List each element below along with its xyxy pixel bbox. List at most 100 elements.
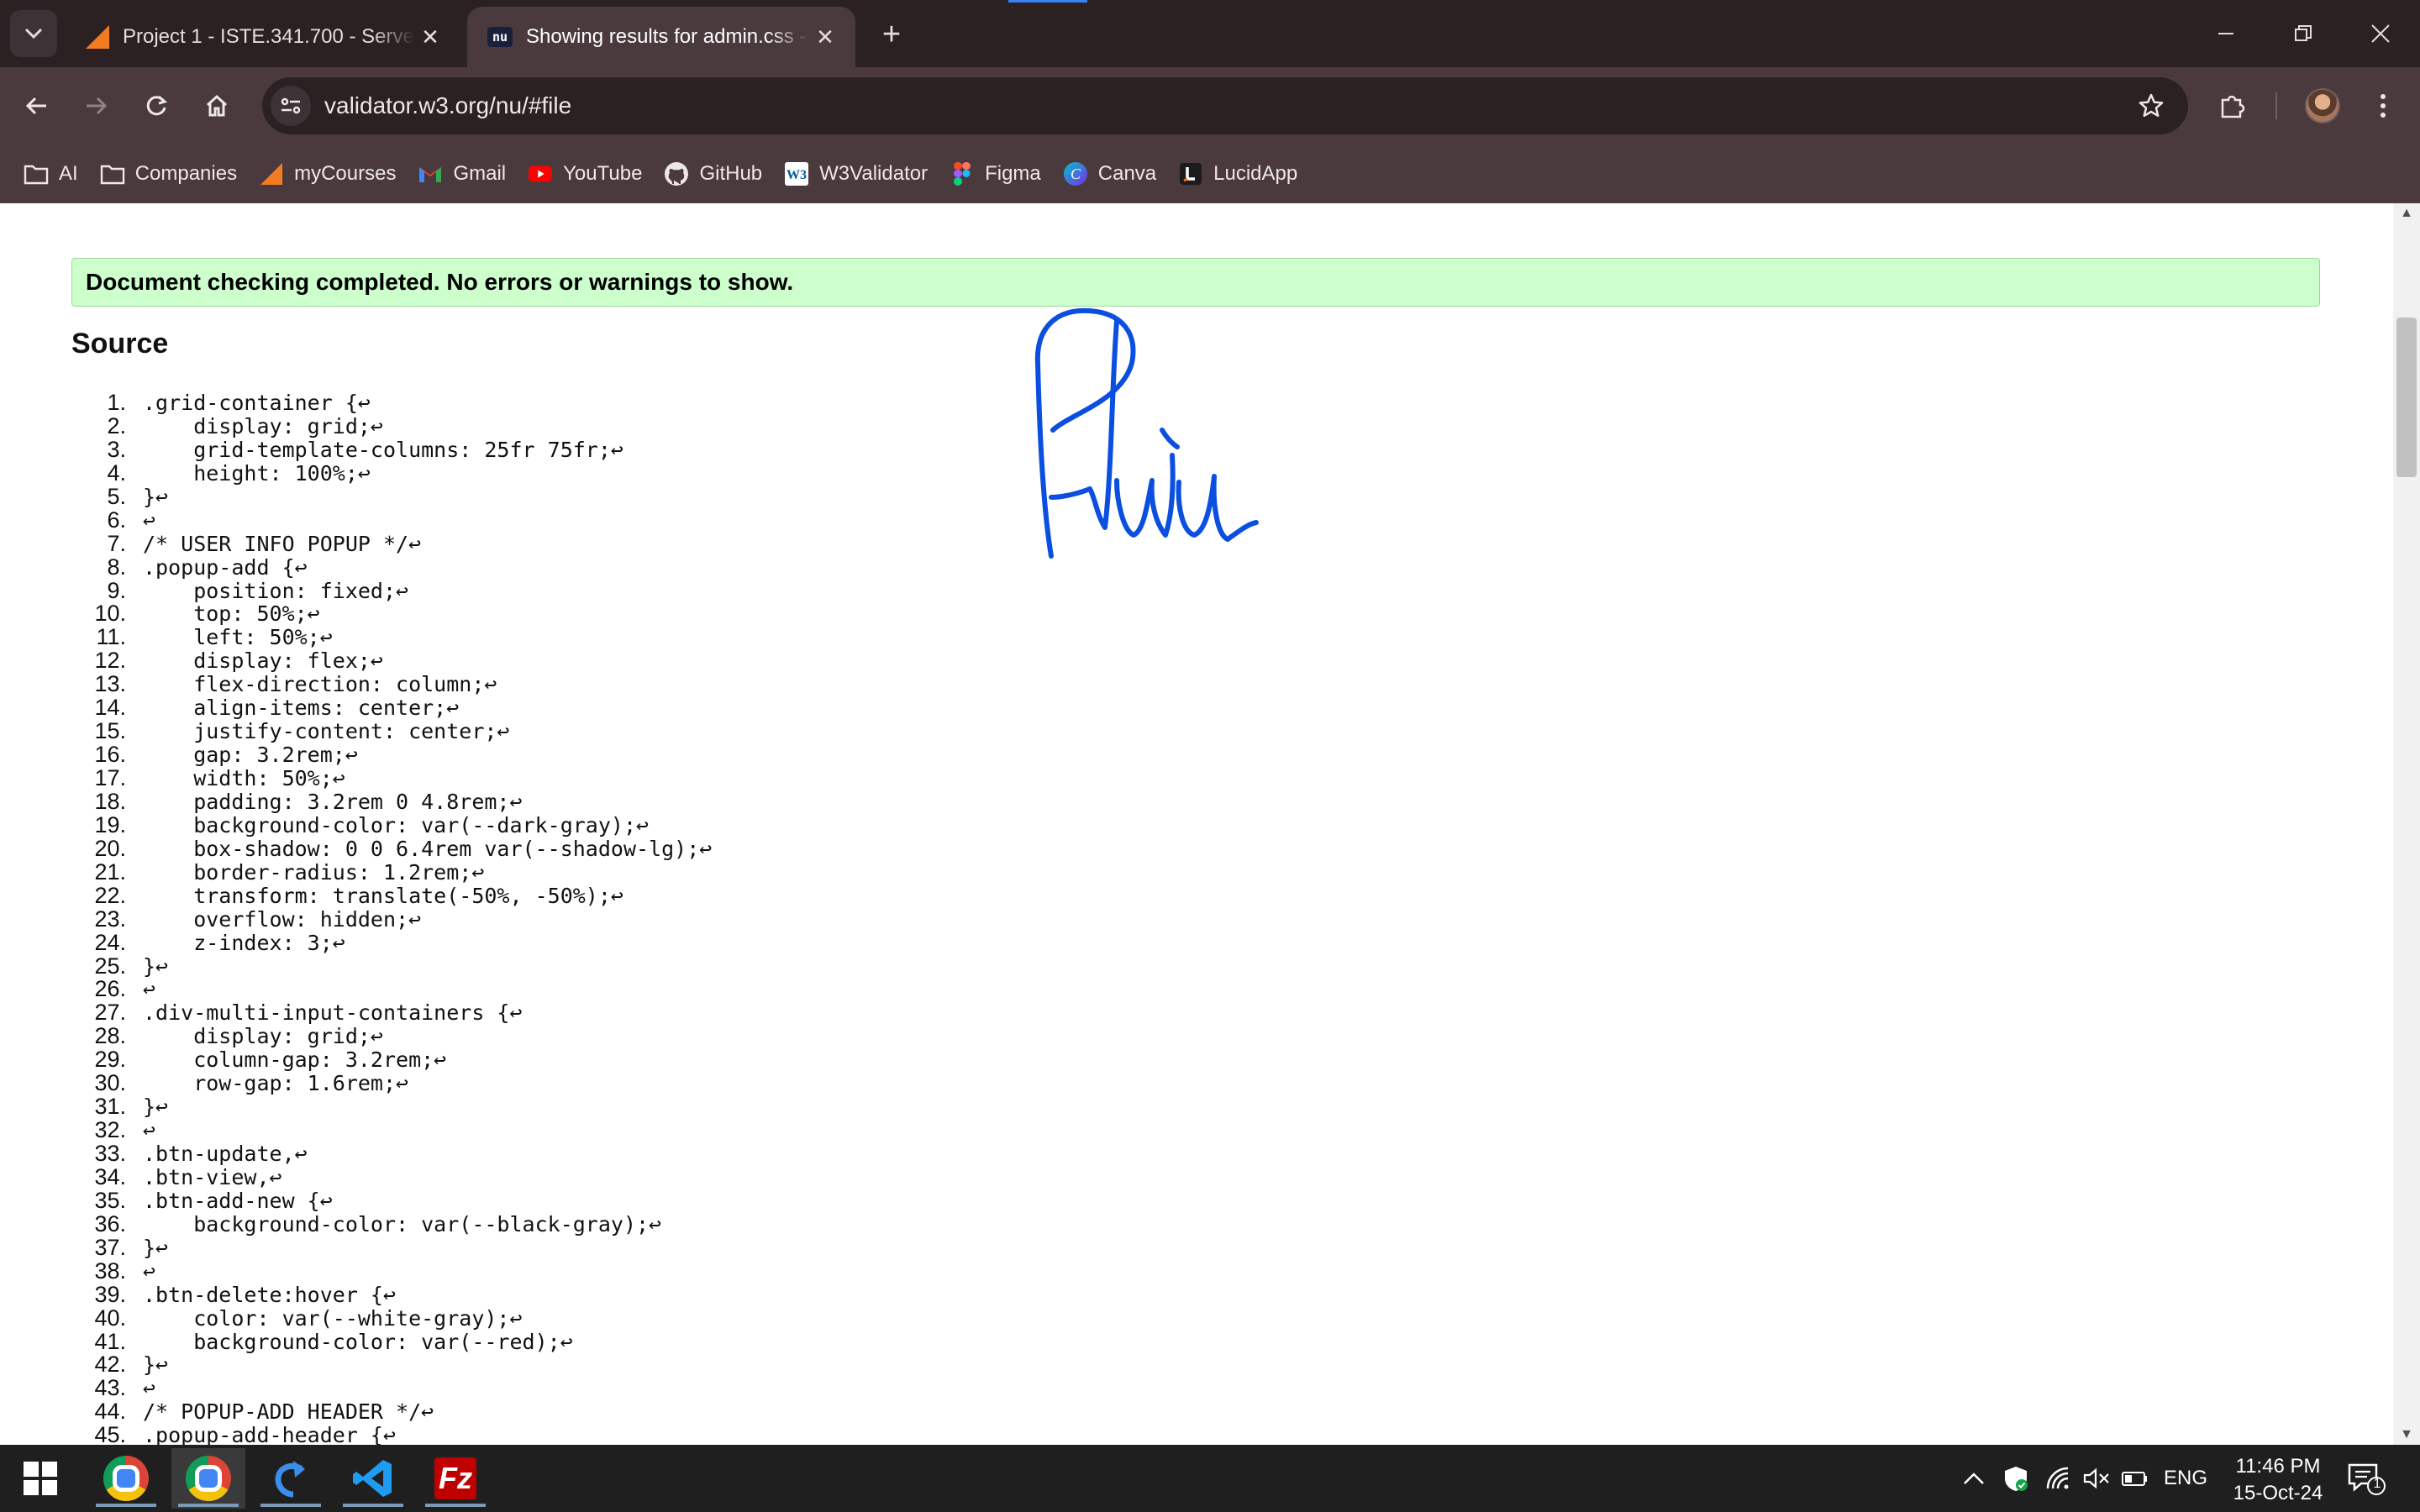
home-button[interactable]: [195, 84, 239, 128]
profile-button[interactable]: [2301, 84, 2344, 128]
bookmark-label: Canva: [1097, 162, 1157, 185]
tab-validator-results[interactable]: nu Showing results for admin.css - Nu Ht…: [467, 7, 855, 67]
tray-overflow-button[interactable]: [1954, 1445, 1993, 1512]
bookmark-label: YouTube: [563, 162, 643, 185]
home-icon: [206, 94, 228, 117]
line-number: 23.: [94, 906, 126, 932]
taskbar-arrow-app[interactable]: [254, 1448, 328, 1509]
bookmark-ai[interactable]: AI: [20, 152, 90, 196]
source-line: 9. position: fixed;↩: [84, 579, 712, 603]
arrow-left-icon: [25, 97, 46, 115]
site-info-icon[interactable]: [271, 86, 311, 126]
source-line: 17. width: 50%;↩: [84, 766, 712, 790]
line-number: 7.: [107, 530, 126, 556]
source-line: 43. ↩: [84, 1376, 712, 1400]
taskbar-chrome-2[interactable]: [171, 1448, 245, 1509]
taskbar-vscode[interactable]: [336, 1448, 410, 1509]
back-button[interactable]: [15, 84, 59, 128]
success-message: Document checking completed. No errors o…: [71, 258, 2320, 307]
line-number: 20.: [94, 835, 126, 861]
clock-time: 11:46 PM: [2235, 1455, 2321, 1478]
browser-menu-button[interactable]: [2361, 84, 2405, 128]
bookmark-lucidapp[interactable]: LucidApp: [1175, 152, 1309, 196]
line-number: 5.: [107, 483, 126, 509]
bookmark-companies[interactable]: Companies: [97, 152, 249, 196]
battery-tray-button[interactable]: [2116, 1445, 2154, 1512]
code-text: grid-template-columns: 25fr 75fr;↩: [143, 437, 623, 462]
start-button[interactable]: [24, 1462, 57, 1495]
bookmark-label: AI: [59, 162, 78, 185]
tab-project-1[interactable]: Project 1 - ISTE.341.700 - Server-Side ✕: [66, 7, 460, 67]
source-line: 44. /* POPUP-ADD HEADER */↩: [84, 1399, 712, 1424]
code-text: padding: 3.2rem 0 4.8rem;↩: [143, 789, 523, 814]
source-code-list: 1. .grid-container {↩ 2. display: grid;↩ 3.…: [84, 391, 712, 1445]
source-heading: Source: [71, 328, 169, 360]
bookmark-w3validator[interactable]: W3 W3Validator: [781, 152, 939, 196]
line-number: 21.: [94, 858, 126, 885]
bookmark-figma[interactable]: Figma: [946, 152, 1053, 196]
source-line: 29. column-gap: 3.2rem;↩: [84, 1047, 712, 1073]
source-line: 45. .popup-add-header {↩: [84, 1423, 712, 1445]
scroll-thumb[interactable]: [2396, 318, 2417, 477]
url-text[interactable]: validator.w3.org/nu/#file: [324, 92, 2128, 119]
restore-button[interactable]: [2265, 8, 2341, 59]
chevron-down-icon: [24, 28, 43, 39]
network-tray-button[interactable]: [2039, 1445, 2077, 1512]
notification-count: 1: [2373, 1477, 2381, 1491]
code-text: display: grid;↩: [143, 413, 383, 438]
line-number: 32.: [94, 1117, 126, 1143]
source-line: 31.}↩: [84, 1095, 712, 1119]
tab-search-button[interactable]: [10, 10, 57, 57]
scroll-down-icon[interactable]: ▼: [2393, 1425, 2420, 1445]
code-text: /* USER INFO POPUP */↩: [143, 531, 422, 556]
volume-tray-button[interactable]: [2077, 1445, 2116, 1512]
new-tab-button[interactable]: +: [872, 15, 911, 54]
page-scrollbar[interactable]: ▲ ▼: [2393, 203, 2420, 1445]
clock-date: 15-Oct-24: [2233, 1482, 2323, 1504]
code-text: width: 50%;↩: [143, 766, 345, 790]
line-number: 35.: [94, 1187, 126, 1213]
minimize-icon: [2218, 33, 2233, 34]
code-text: display: grid;↩: [143, 1024, 383, 1049]
bookmark-github[interactable]: GitHub: [660, 152, 774, 196]
scroll-up-icon[interactable]: ▲: [2393, 203, 2420, 223]
close-window-button[interactable]: [2343, 8, 2418, 59]
bookmark-mycourses[interactable]: myCourses: [255, 152, 408, 196]
extensions-button[interactable]: [2210, 84, 2254, 128]
address-bar[interactable]: validator.w3.org/nu/#file: [262, 77, 2188, 134]
canva-icon: C: [1063, 161, 1088, 186]
shield-check-icon: [2005, 1467, 2028, 1491]
bookmark-star-icon[interactable]: [2128, 82, 2175, 129]
source-line: 15. justify-content: center;↩: [84, 719, 712, 743]
bookmark-canva[interactable]: C Canva: [1060, 152, 1168, 196]
source-line: 41. background-color: var(--red);↩: [84, 1330, 712, 1354]
line-number: 34.: [94, 1163, 126, 1189]
source-line: 12. display: flex;↩: [84, 648, 712, 673]
tab-title: Showing results for admin.css - Nu Html …: [526, 25, 810, 48]
source-line: 4. height: 100%;↩: [84, 461, 712, 486]
line-number: 29.: [94, 1047, 126, 1073]
chrome-icon: [103, 1456, 149, 1501]
bookmark-gmail[interactable]: Gmail: [414, 152, 518, 196]
minimize-button[interactable]: [2188, 8, 2264, 59]
source-line: 2. display: grid;↩: [84, 413, 712, 438]
code-text: ↩: [143, 977, 156, 1002]
bookmark-youtube[interactable]: YouTube: [524, 152, 654, 196]
line-number: 22.: [94, 882, 126, 908]
notification-center-button[interactable]: 1: [2344, 1460, 2390, 1497]
security-tray-button[interactable]: [1996, 1445, 2035, 1512]
line-number: 1.: [107, 390, 126, 415]
close-icon[interactable]: ✕: [810, 22, 840, 52]
forward-button[interactable]: [74, 84, 118, 128]
taskbar-clock[interactable]: 11:46 PM 15-Oct-24: [2215, 1453, 2341, 1507]
code-text: top: 50%;↩: [143, 601, 320, 627]
taskbar-chrome-1[interactable]: [89, 1448, 163, 1509]
taskbar-filezilla[interactable]: Fz: [418, 1448, 492, 1509]
code-text: ↩: [143, 1258, 156, 1284]
language-indicator[interactable]: ENG: [2156, 1445, 2215, 1512]
line-number: 30.: [94, 1070, 126, 1096]
close-icon[interactable]: ✕: [415, 22, 445, 52]
code-text: }↩: [143, 953, 169, 979]
reload-button[interactable]: [134, 84, 178, 128]
bookmarks-bar: AI Companies myCourses Gmail YouTube Git…: [0, 144, 2420, 203]
